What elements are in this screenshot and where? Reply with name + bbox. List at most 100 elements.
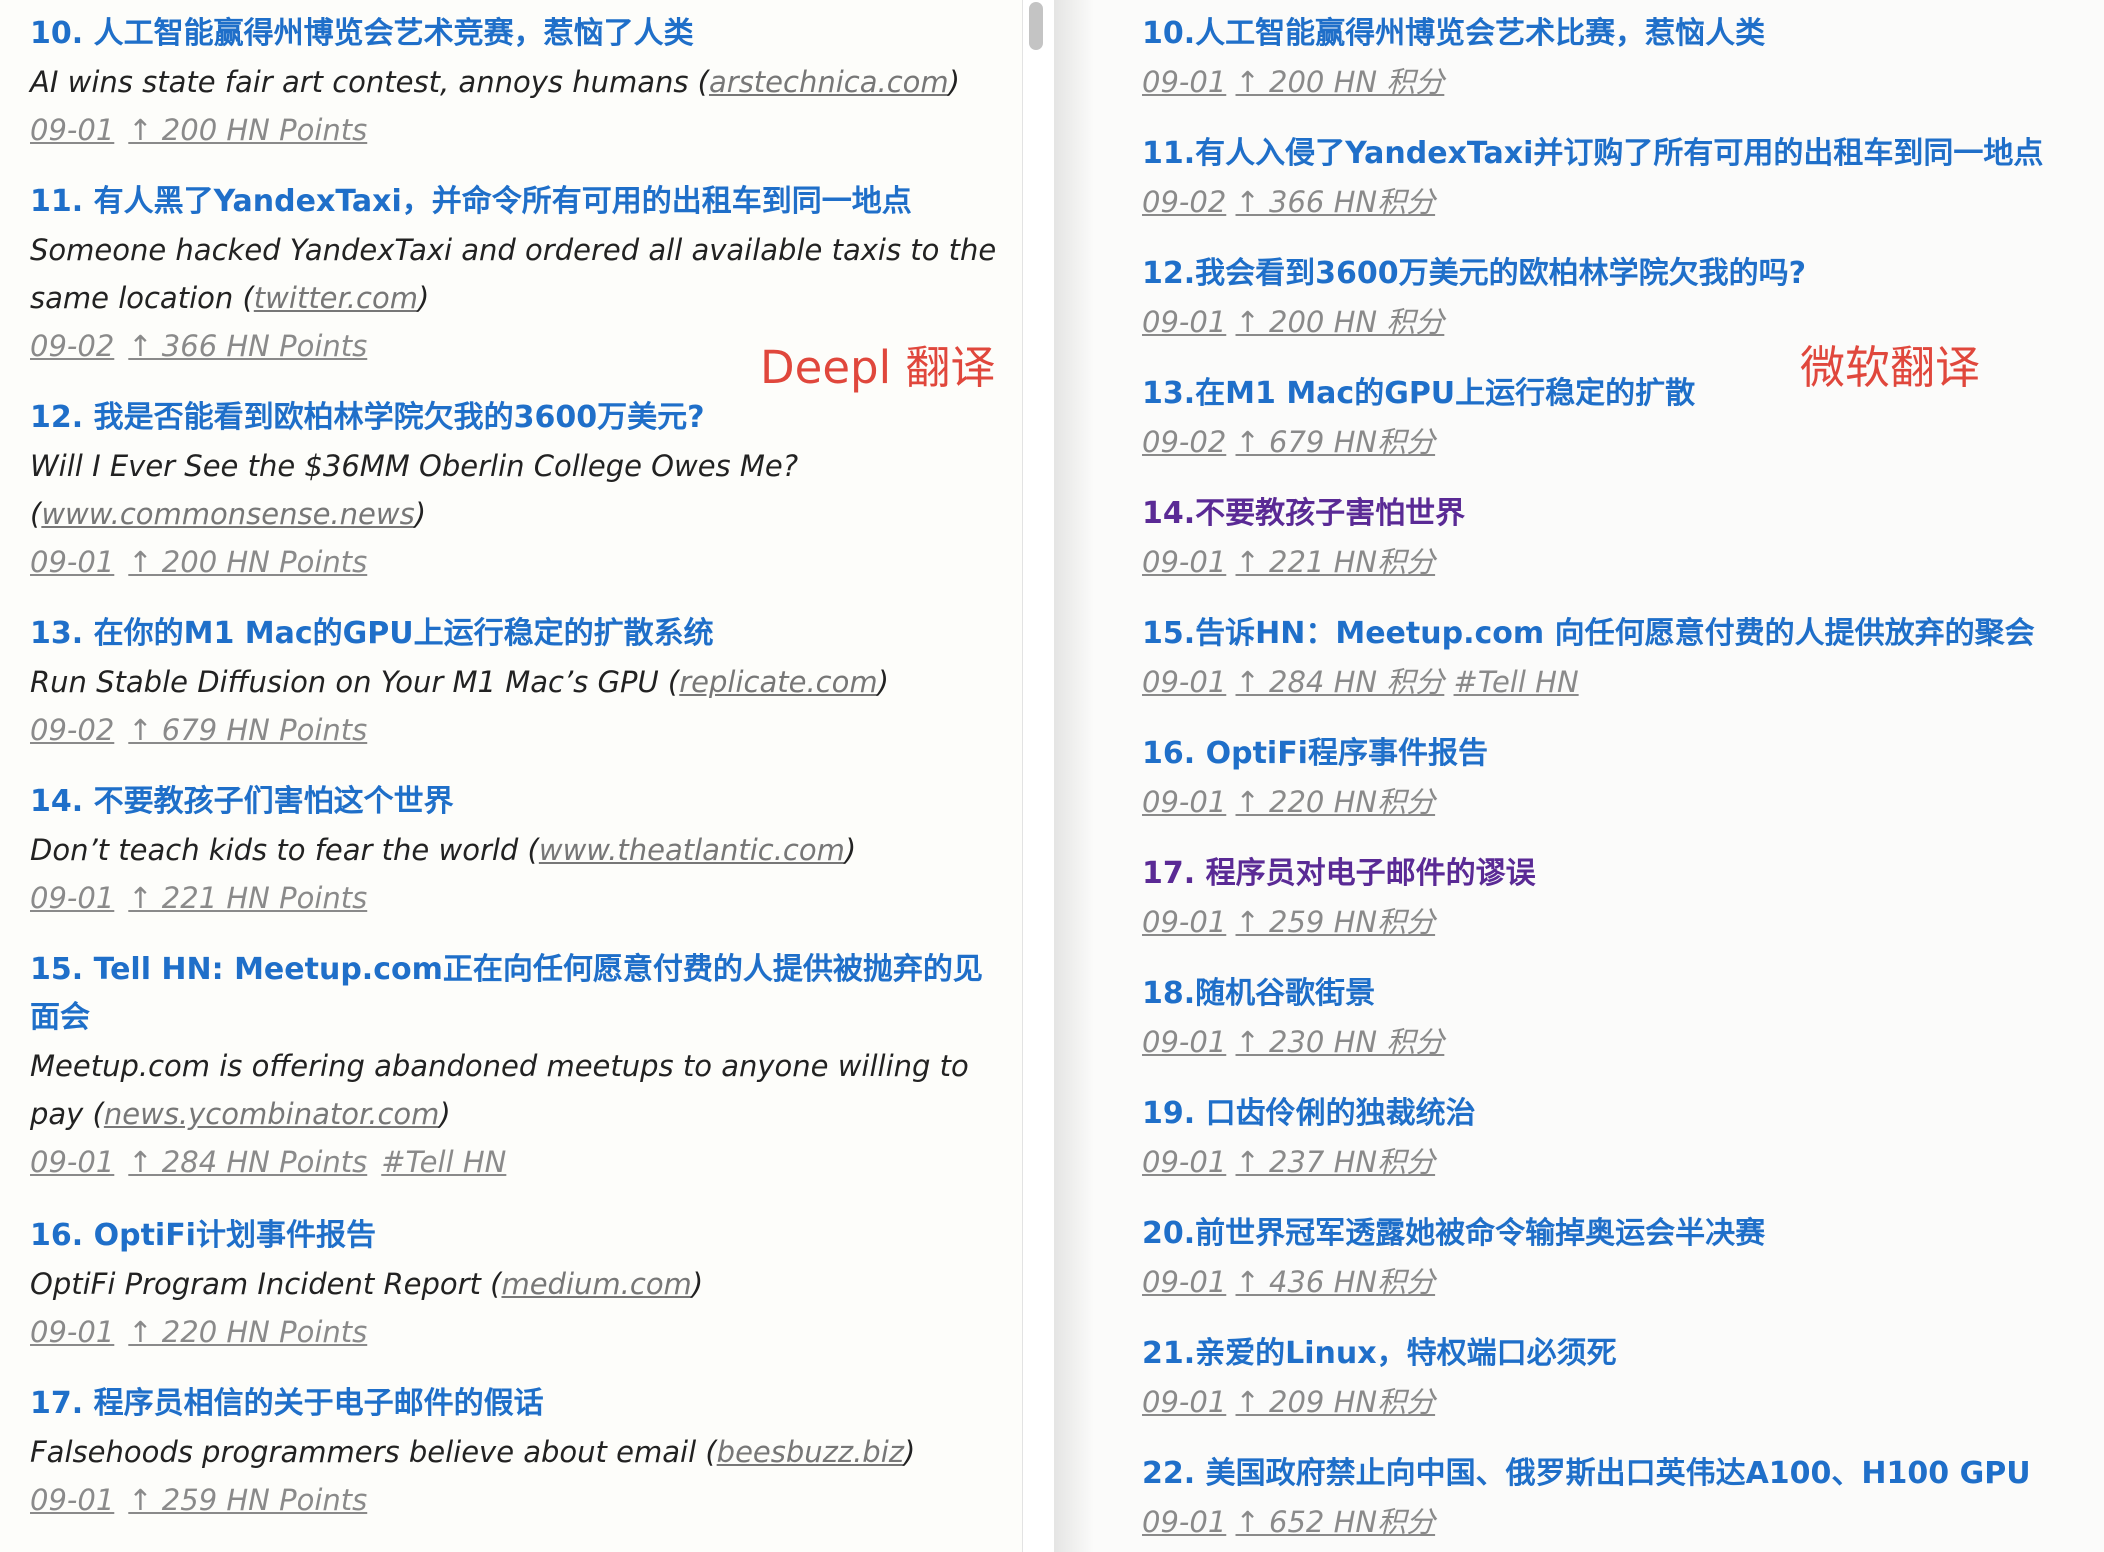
tag-link[interactable]: #Tell HN: [381, 1145, 506, 1179]
list-item: 12. 我是否能看到欧柏林学院欠我的3600万美元? Will I Ever S…: [30, 394, 1010, 586]
original-title: Don’t teach kids to fear the world (www.…: [30, 833, 857, 867]
pane-divider: [1022, 0, 1055, 1552]
item-title-link[interactable]: 17. 程序员对电子邮件的谬误: [1142, 850, 2102, 898]
item-title-link[interactable]: 14.不要教孩子害怕世界: [1142, 490, 2102, 538]
deepl-pane[interactable]: 10. 人工智能赢得州博览会艺术竞赛，惹恼了人类 AI wins state f…: [0, 0, 1022, 1552]
list-item: 13. 在你的M1 Mac的GPU上运行稳定的扩散系统 Run Stable D…: [30, 610, 1010, 754]
date-link[interactable]: 09-01: [1142, 785, 1226, 819]
points-link[interactable]: ↑ 259 HN积分: [1236, 905, 1436, 939]
list-item: 11.有人入侵了YandexTaxi并订购了所有可用的出租车到同一地点 09-0…: [1142, 130, 2102, 226]
item-title-link[interactable]: 14. 不要教孩子们害怕这个世界: [30, 778, 1010, 826]
list-item: 21.亲爱的Linux，特权端口必须死 09-01 ↑ 209 HN积分: [1142, 1330, 2102, 1426]
points-link[interactable]: ↑ 652 HN积分: [1236, 1505, 1436, 1539]
original-title: Will I Ever See the $36MM Oberlin Colleg…: [30, 449, 799, 531]
date-link[interactable]: 09-02: [1142, 425, 1226, 459]
item-title-link[interactable]: 15.告诉HN：Meetup.com 向任何愿意付费的人提供放弃的聚会: [1142, 610, 2102, 658]
item-title-link[interactable]: 12.我会看到3600万美元的欧柏林学院欠我的吗?: [1142, 250, 2102, 298]
original-title: Falsehoods programmers believe about ema…: [30, 1435, 916, 1469]
source-domain-link[interactable]: www.theatlantic.com: [539, 833, 845, 867]
date-link[interactable]: 09-01: [1142, 545, 1226, 579]
item-title-link[interactable]: 16. OptiFi程序事件报告: [1142, 730, 2102, 778]
item-title-link[interactable]: 16. OptiFi计划事件报告: [30, 1212, 1010, 1260]
source-domain-link[interactable]: beesbuzz.biz: [717, 1435, 904, 1469]
item-meta: 09-02 ↑ 679 HN积分: [1142, 418, 2102, 466]
list-item: 16. OptiFi程序事件报告 09-01 ↑ 220 HN积分: [1142, 730, 2102, 826]
item-title-link[interactable]: 13. 在你的M1 Mac的GPU上运行稳定的扩散系统: [30, 610, 1010, 658]
item-meta: 09-01 ↑ 200 HN 积分: [1142, 298, 2102, 346]
points-link[interactable]: ↑ 237 HN积分: [1236, 1145, 1436, 1179]
source-domain-link[interactable]: replicate.com: [679, 665, 877, 699]
date-link[interactable]: 09-01: [1142, 1265, 1226, 1299]
points-link[interactable]: ↑ 221 HN Points: [128, 881, 367, 915]
scrollbar-thumb[interactable]: [1029, 2, 1043, 50]
source-domain-link[interactable]: twitter.com: [254, 281, 418, 315]
source-domain-link[interactable]: www.commonsense.news: [41, 497, 414, 531]
item-title-link[interactable]: 15. Tell HN: Meetup.com正在向任何愿意付费的人提供被抛弃的…: [30, 946, 1010, 1042]
microsoft-pane[interactable]: 10.人工智能赢得州博览会艺术比赛，惹恼人类 09-01 ↑ 200 HN 积分…: [1054, 0, 2104, 1552]
source-domain-link[interactable]: arstechnica.com: [709, 65, 949, 99]
points-link[interactable]: ↑ 366 HN Points: [128, 329, 367, 363]
date-link[interactable]: 09-01: [1142, 1025, 1226, 1059]
item-meta: 09-01 ↑ 652 HN积分: [1142, 1498, 2102, 1546]
tag-link[interactable]: #Tell HN: [1454, 665, 1579, 699]
item-meta: 09-01 ↑ 200 HN 积分: [1142, 58, 2102, 106]
points-link[interactable]: ↑ 220 HN Points: [128, 1315, 367, 1349]
date-link[interactable]: 09-01: [1142, 905, 1226, 939]
list-item: 12.我会看到3600万美元的欧柏林学院欠我的吗? 09-01 ↑ 200 HN…: [1142, 250, 2102, 346]
item-title-link[interactable]: 17. 程序员相信的关于电子邮件的假话: [30, 1380, 1010, 1428]
item-title-link[interactable]: 10.人工智能赢得州博览会艺术比赛，惹恼人类: [1142, 10, 2102, 58]
item-title-link[interactable]: 19. 口齿伶俐的独裁统治: [1142, 1090, 2102, 1138]
points-link[interactable]: ↑ 200 HN Points: [128, 545, 367, 579]
date-link[interactable]: 09-01: [30, 1145, 114, 1179]
date-link[interactable]: 09-02: [30, 329, 114, 363]
points-link[interactable]: ↑ 436 HN积分: [1236, 1265, 1436, 1299]
original-title: Someone hacked YandexTaxi and ordered al…: [30, 233, 997, 315]
date-link[interactable]: 09-01: [1142, 305, 1226, 339]
points-link[interactable]: ↑ 221 HN积分: [1236, 545, 1436, 579]
list-item: 19. 口齿伶俐的独裁统治 09-01 ↑ 237 HN积分: [1142, 1090, 2102, 1186]
points-link[interactable]: ↑ 200 HN 积分: [1236, 65, 1445, 99]
date-link[interactable]: 09-01: [1142, 1145, 1226, 1179]
date-link[interactable]: 09-01: [30, 1483, 114, 1517]
item-title-link[interactable]: 11. 有人黑了YandexTaxi，并命令所有可用的出租车到同一地点: [30, 178, 1010, 226]
points-link[interactable]: ↑ 259 HN Points: [128, 1483, 367, 1517]
list-item: 14. 不要教孩子们害怕这个世界 Don’t teach kids to fea…: [30, 778, 1010, 922]
points-link[interactable]: ↑ 200 HN Points: [128, 113, 367, 147]
points-link[interactable]: ↑ 679 HN积分: [1236, 425, 1436, 459]
item-title-link[interactable]: 10. 人工智能赢得州博览会艺术竞赛，惹恼了人类: [30, 10, 1010, 58]
points-link[interactable]: ↑ 230 HN 积分: [1236, 1025, 1445, 1059]
item-meta: 09-01 ↑ 284 HN 积分 #Tell HN: [1142, 658, 2102, 706]
date-link[interactable]: 09-01: [30, 545, 114, 579]
list-item: 17. 程序员相信的关于电子邮件的假话 Falsehoods programme…: [30, 1380, 1010, 1524]
list-item: 15.告诉HN：Meetup.com 向任何愿意付费的人提供放弃的聚会 09-0…: [1142, 610, 2102, 706]
date-link[interactable]: 09-01: [30, 113, 114, 147]
points-link[interactable]: ↑ 284 HN 积分: [1236, 665, 1445, 699]
points-link[interactable]: ↑ 220 HN积分: [1236, 785, 1436, 819]
date-link[interactable]: 09-01: [1142, 1385, 1226, 1419]
points-link[interactable]: ↑ 284 HN Points: [128, 1145, 367, 1179]
list-item: 10. 人工智能赢得州博览会艺术竞赛，惹恼了人类 AI wins state f…: [30, 10, 1010, 154]
source-domain-link[interactable]: medium.com: [501, 1267, 691, 1301]
item-title-link[interactable]: 22. 美国政府禁止向中国、俄罗斯出口英伟达A100、H100 GPU: [1142, 1450, 2102, 1498]
date-link[interactable]: 09-02: [30, 713, 114, 747]
points-link[interactable]: ↑ 366 HN积分: [1236, 185, 1436, 219]
item-title-link[interactable]: 11.有人入侵了YandexTaxi并订购了所有可用的出租车到同一地点: [1142, 130, 2102, 178]
list-item: 20.前世界冠军透露她被命令输掉奥运会半决赛 09-01 ↑ 436 HN积分: [1142, 1210, 2102, 1306]
date-link[interactable]: 09-01: [1142, 665, 1226, 699]
date-link[interactable]: 09-02: [1142, 185, 1226, 219]
item-meta: 09-01 ↑ 200 HN Points: [30, 106, 1010, 154]
date-link[interactable]: 09-01: [1142, 65, 1226, 99]
points-link[interactable]: ↑ 209 HN积分: [1236, 1385, 1436, 1419]
points-link[interactable]: ↑ 200 HN 积分: [1236, 305, 1445, 339]
original-title: AI wins state fair art contest, annoys h…: [30, 65, 960, 99]
item-title-link[interactable]: 18.随机谷歌街景: [1142, 970, 2102, 1018]
item-meta: 09-01 ↑ 259 HN积分: [1142, 898, 2102, 946]
date-link[interactable]: 09-01: [1142, 1505, 1226, 1539]
item-title-link[interactable]: 21.亲爱的Linux，特权端口必须死: [1142, 1330, 2102, 1378]
item-title-link[interactable]: 20.前世界冠军透露她被命令输掉奥运会半决赛: [1142, 1210, 2102, 1258]
points-link[interactable]: ↑ 679 HN Points: [128, 713, 367, 747]
item-title-link[interactable]: 12. 我是否能看到欧柏林学院欠我的3600万美元?: [30, 394, 1010, 442]
date-link[interactable]: 09-01: [30, 881, 114, 915]
date-link[interactable]: 09-01: [30, 1315, 114, 1349]
source-domain-link[interactable]: news.ycombinator.com: [104, 1097, 440, 1131]
